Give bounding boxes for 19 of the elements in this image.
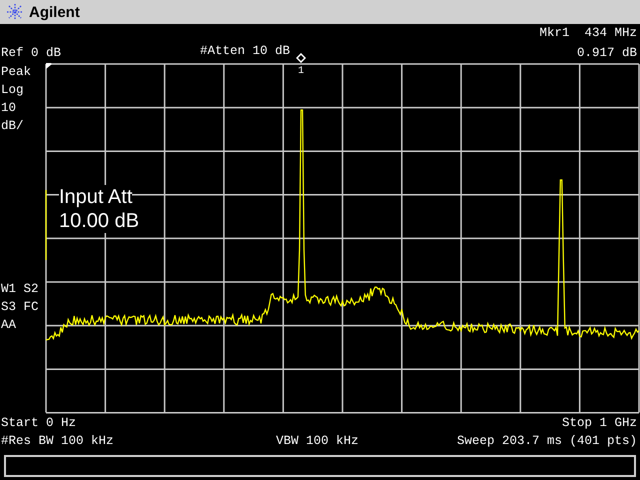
- sweep-time: Sweep 203.7 ms (401 pts): [456, 434, 637, 448]
- trace-info-label: 10: [1, 100, 16, 117]
- resolution-bandwidth: #Res BW 100 kHz: [1, 434, 114, 448]
- reference-level: Ref 0 dB: [1, 46, 62, 60]
- trace-info-label: Peak: [1, 64, 32, 81]
- attenuation-label: #Atten 10 dB: [200, 44, 290, 58]
- video-bandwidth: VBW 100 kHz: [276, 434, 359, 448]
- overlay-text: 10.00 dB: [59, 209, 140, 233]
- trace-info-label: AA: [1, 317, 16, 334]
- app-title: Agilent: [29, 4, 80, 20]
- trace-info-label: S3 FC: [1, 299, 39, 316]
- trace-info-label: Log: [1, 82, 24, 99]
- start-frequency: Start 0 Hz: [1, 416, 76, 430]
- marker-amplitude: 0.917 dB: [576, 46, 637, 60]
- overlay-text: Input Att: [59, 185, 132, 209]
- stop-frequency: Stop 1 GHz: [562, 416, 637, 430]
- trace-info-label: W1 S2: [1, 281, 39, 298]
- marker-readout: Mkr1 434 MHz: [539, 26, 637, 40]
- trace-info-label: dB/: [1, 118, 24, 135]
